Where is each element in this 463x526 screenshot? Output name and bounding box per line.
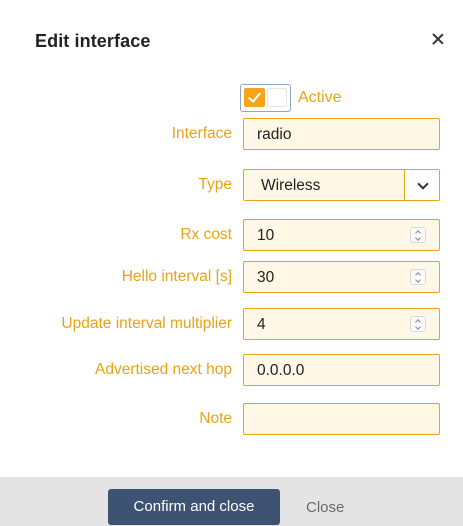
rx-cost-row: Rx cost 10	[0, 219, 463, 251]
check-icon	[244, 88, 265, 107]
hello-interval-stepper-icon[interactable]	[410, 269, 426, 285]
edit-interface-dialog: Edit interface Active Interface radio Ty…	[0, 0, 463, 526]
hello-interval-row: Hello interval [s] 30	[0, 261, 463, 293]
type-label: Type	[198, 176, 232, 193]
rx-cost-stepper-icon[interactable]	[410, 227, 426, 243]
note-row: Note	[0, 403, 463, 435]
hello-interval-value: 30	[257, 269, 275, 286]
hello-interval-input[interactable]: 30	[243, 261, 440, 293]
close-icon[interactable]	[428, 29, 448, 49]
interface-label: Interface	[171, 125, 232, 142]
next-hop-row: Advertised next hop 0.0.0.0	[0, 354, 463, 386]
interface-row: Interface radio	[0, 118, 463, 150]
rx-cost-value: 10	[257, 227, 275, 244]
note-label: Note	[199, 410, 232, 427]
type-selected-value: Wireless	[261, 177, 321, 194]
rx-cost-input[interactable]: 10	[243, 219, 440, 251]
interface-input[interactable]: radio	[243, 118, 440, 150]
update-multiplier-value: 4	[257, 316, 266, 333]
confirm-and-close-button[interactable]: Confirm and close	[108, 489, 280, 525]
update-multiplier-row: Update interval multiplier 4	[0, 308, 463, 340]
dialog-header: Edit interface	[0, 0, 463, 80]
hello-interval-label: Hello interval [s]	[121, 268, 232, 285]
active-checkbox[interactable]	[240, 84, 291, 112]
dialog-title: Edit interface	[35, 31, 151, 51]
close-button[interactable]: Close	[306, 499, 344, 516]
note-input[interactable]	[243, 403, 440, 435]
active-label: Active	[298, 89, 342, 106]
dialog-footer: Confirm and close Close	[0, 477, 463, 526]
next-hop-input[interactable]: 0.0.0.0	[243, 354, 440, 386]
active-checkbox-row[interactable]: Active	[240, 84, 342, 112]
type-row: Type Wireless	[0, 169, 463, 201]
update-multiplier-stepper-icon[interactable]	[410, 316, 426, 332]
chevron-down-icon[interactable]	[404, 170, 439, 200]
update-multiplier-input[interactable]: 4	[243, 308, 440, 340]
type-select[interactable]: Wireless	[243, 169, 440, 201]
next-hop-label: Advertised next hop	[94, 361, 232, 378]
rx-cost-label: Rx cost	[180, 226, 232, 243]
update-multiplier-label: Update interval multiplier	[61, 315, 232, 332]
